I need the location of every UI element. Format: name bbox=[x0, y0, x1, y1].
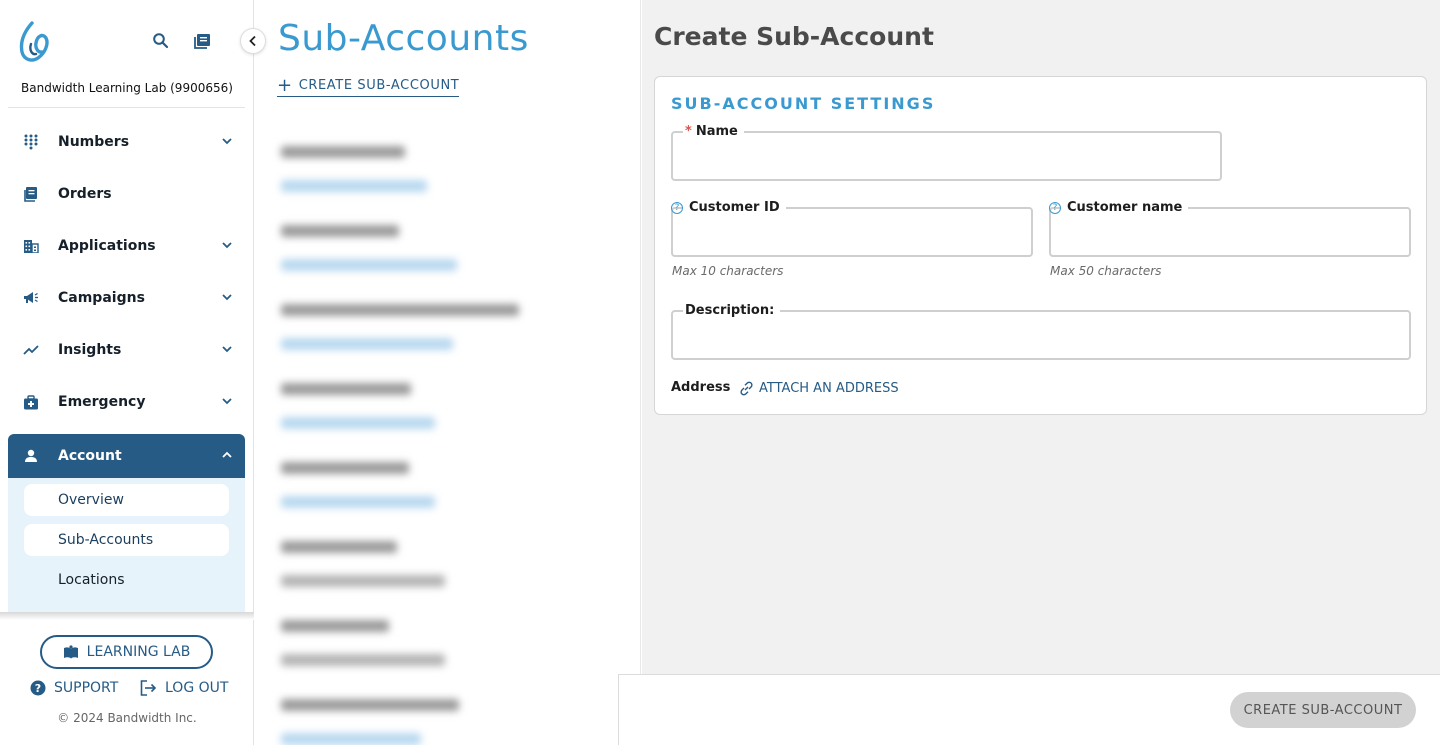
chevron-up-icon bbox=[222, 451, 232, 458]
learning-lab-label: LEARNING LAB bbox=[86, 644, 191, 660]
list-item[interactable] bbox=[275, 434, 545, 513]
panel-title: Create Sub-Account bbox=[654, 22, 934, 51]
required-asterisk: * bbox=[685, 124, 692, 139]
create-sub-account-label: CREATE SUB-ACCOUNT bbox=[298, 78, 460, 93]
divider bbox=[8, 107, 245, 108]
nav-item-campaigns[interactable]: Campaigns bbox=[8, 272, 245, 324]
chevron-down-icon bbox=[222, 294, 232, 301]
customer-id-hint: Max 10 characters bbox=[672, 264, 784, 278]
name-label: * Name bbox=[683, 124, 744, 139]
help-icon[interactable]: ? bbox=[1049, 201, 1061, 214]
nav-label: Emergency bbox=[58, 394, 146, 410]
attach-address-label: ATTACH AN ADDRESS bbox=[759, 381, 899, 396]
sub-accounts-list-pane: Sub-Accounts + CREATE SUB-ACCOUNT bbox=[255, 0, 641, 745]
logout-link[interactable]: LOG OUT bbox=[140, 680, 228, 696]
nav-item-account[interactable]: Account bbox=[8, 434, 245, 478]
nav-label: Applications bbox=[58, 238, 156, 254]
section-title: SUB-ACCOUNT SETTINGS bbox=[671, 94, 936, 113]
subnav-item-sub-accounts[interactable]: Sub-Accounts bbox=[24, 524, 229, 556]
sub-account-settings-card: SUB-ACCOUNT SETTINGS * Name ? Customer I… bbox=[654, 76, 1427, 415]
customer-name-hint: Max 50 characters bbox=[1050, 264, 1162, 278]
name-input[interactable] bbox=[685, 143, 1208, 169]
nav-item-applications[interactable]: Applications bbox=[8, 220, 245, 272]
customer-name-input[interactable] bbox=[1063, 219, 1397, 245]
logout-label: LOG OUT bbox=[165, 680, 229, 696]
support-link[interactable]: ? SUPPORT bbox=[30, 680, 118, 696]
create-sub-account-link[interactable]: + CREATE SUB-ACCOUNT bbox=[277, 74, 460, 97]
description-label: Description: bbox=[683, 303, 780, 318]
nav-item-insights[interactable]: Insights bbox=[8, 324, 245, 376]
help-circle-icon: ? bbox=[30, 680, 46, 696]
list-item[interactable] bbox=[275, 513, 545, 592]
list-item[interactable] bbox=[275, 592, 545, 671]
nav-item-numbers[interactable]: Numbers bbox=[8, 116, 245, 168]
list-item[interactable] bbox=[275, 118, 545, 197]
list-item[interactable] bbox=[275, 671, 545, 745]
organization-name: Bandwidth Learning Lab (9900656) bbox=[21, 81, 233, 95]
list-item[interactable] bbox=[275, 276, 545, 355]
nav-item-orders[interactable]: Orders bbox=[8, 168, 245, 220]
help-icon[interactable]: ? bbox=[671, 201, 683, 214]
nav-item-emergency[interactable]: Emergency bbox=[8, 376, 245, 428]
learning-lab-button[interactable]: LEARNING LAB bbox=[40, 635, 213, 669]
logout-icon bbox=[140, 680, 157, 696]
customer-id-input[interactable] bbox=[685, 219, 1019, 245]
main-navigation: Numbers Orders Applications Campaigns In… bbox=[8, 116, 245, 616]
building-icon bbox=[22, 237, 40, 255]
medical-kit-icon bbox=[22, 393, 40, 411]
customer-id-label: ? Customer ID bbox=[671, 200, 786, 215]
nav-label: Insights bbox=[58, 342, 122, 358]
receipt-icon bbox=[22, 185, 40, 203]
nav-label: Numbers bbox=[58, 134, 130, 150]
person-icon bbox=[22, 447, 40, 465]
chevron-down-icon bbox=[222, 346, 232, 353]
create-sub-account-panel: Create Sub-Account SUB-ACCOUNT SETTINGS … bbox=[642, 0, 1440, 745]
svg-text:?: ? bbox=[35, 682, 41, 695]
collapse-sidebar-button[interactable] bbox=[240, 28, 266, 54]
chevron-down-icon bbox=[222, 138, 232, 145]
customer-name-field: ? Customer name bbox=[1049, 200, 1411, 257]
customer-name-label: ? Customer name bbox=[1049, 200, 1188, 215]
form-footer: CREATE SUB-ACCOUNT bbox=[618, 674, 1440, 745]
trend-icon bbox=[22, 341, 40, 359]
blurred-sub-account-list bbox=[275, 118, 545, 745]
link-icon bbox=[740, 381, 753, 396]
list-item[interactable] bbox=[275, 197, 545, 276]
sidebar: Bandwidth Learning Lab (9900656) Numbers… bbox=[0, 0, 254, 745]
plus-icon: + bbox=[277, 74, 293, 96]
nav-label: Account bbox=[58, 448, 122, 464]
subnav-item-locations[interactable]: Locations bbox=[24, 564, 229, 596]
megaphone-icon bbox=[22, 289, 40, 307]
customer-name-label-text: Customer name bbox=[1067, 200, 1183, 215]
create-sub-account-button[interactable]: CREATE SUB-ACCOUNT bbox=[1230, 692, 1416, 728]
search-icon[interactable] bbox=[152, 32, 170, 50]
name-field: * Name bbox=[671, 124, 1222, 181]
nav-label: Campaigns bbox=[58, 290, 145, 306]
list-item[interactable] bbox=[275, 355, 545, 434]
nav-label: Orders bbox=[58, 186, 112, 202]
description-label-text: Description: bbox=[685, 303, 775, 318]
customer-id-field: ? Customer ID bbox=[671, 200, 1033, 257]
description-input[interactable] bbox=[685, 322, 1397, 348]
scroll-shadow bbox=[0, 612, 254, 620]
address-label: Address bbox=[671, 380, 731, 395]
bandwidth-logo[interactable] bbox=[18, 20, 54, 64]
support-label: SUPPORT bbox=[54, 680, 119, 696]
book-open-icon bbox=[63, 645, 78, 659]
dialpad-icon bbox=[22, 133, 40, 151]
subnav-item-overview[interactable]: Overview bbox=[24, 484, 229, 516]
account-subnav: Overview Sub-Accounts Locations Users bbox=[8, 478, 245, 616]
copyright-text: © 2024 Bandwidth Inc. bbox=[57, 711, 197, 725]
book-icon[interactable] bbox=[194, 32, 212, 50]
chevron-down-icon bbox=[222, 242, 232, 249]
chevron-down-icon bbox=[222, 398, 232, 405]
name-label-text: Name bbox=[695, 124, 738, 139]
customer-id-label-text: Customer ID bbox=[689, 200, 780, 215]
page-title: Sub-Accounts bbox=[278, 18, 529, 59]
description-field: Description: bbox=[671, 303, 1411, 360]
attach-address-link[interactable]: ATTACH AN ADDRESS bbox=[739, 381, 899, 396]
chevron-left-icon bbox=[249, 35, 256, 47]
